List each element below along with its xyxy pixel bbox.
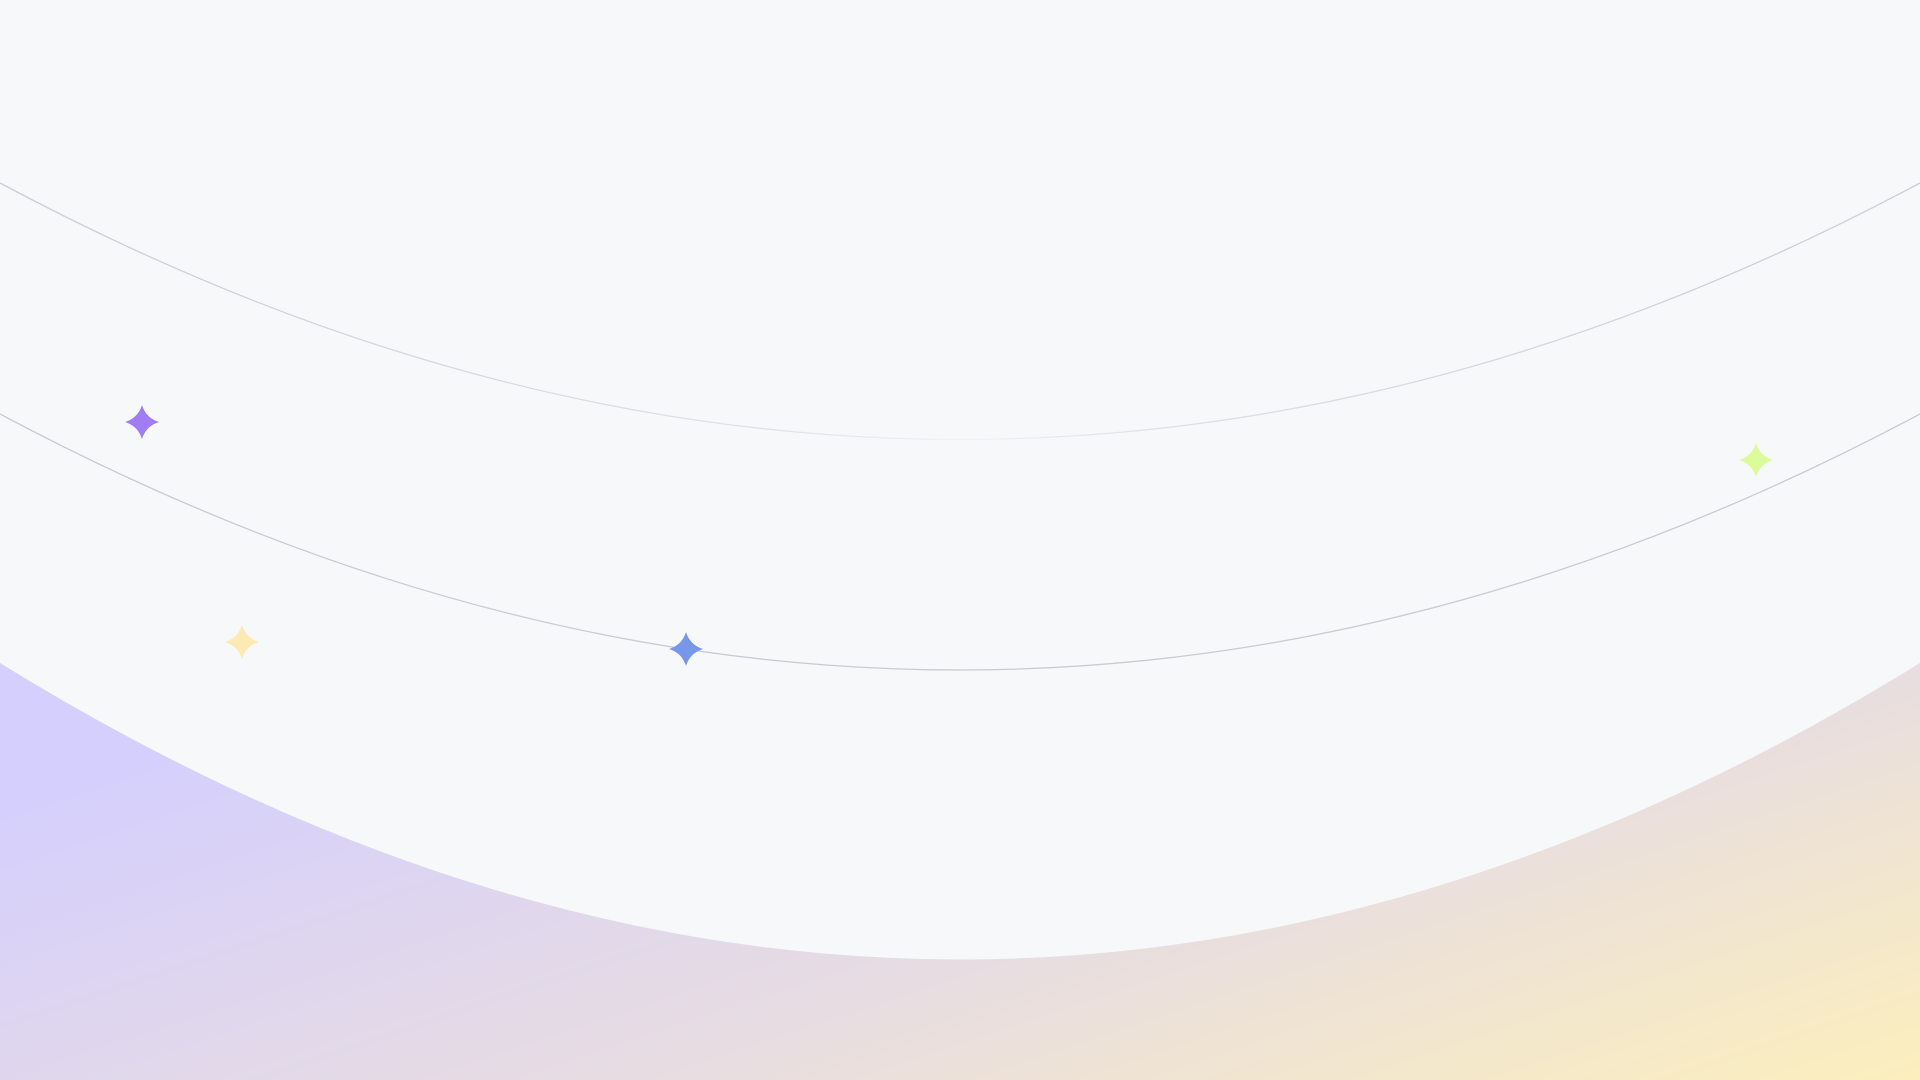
- middle-arc-line: [0, 413, 1920, 671]
- sparkle-yellow-icon: [225, 625, 259, 659]
- decorative-background: [0, 182, 1920, 1080]
- sparkle-purple-icon: [125, 405, 159, 439]
- gradient-band: [0, 663, 1920, 1080]
- sparkle-green-icon: [1739, 443, 1773, 477]
- upper-arc-line: [0, 182, 1920, 441]
- background-canvas: [0, 0, 1920, 1080]
- sparkle-blue-icon: [669, 632, 703, 666]
